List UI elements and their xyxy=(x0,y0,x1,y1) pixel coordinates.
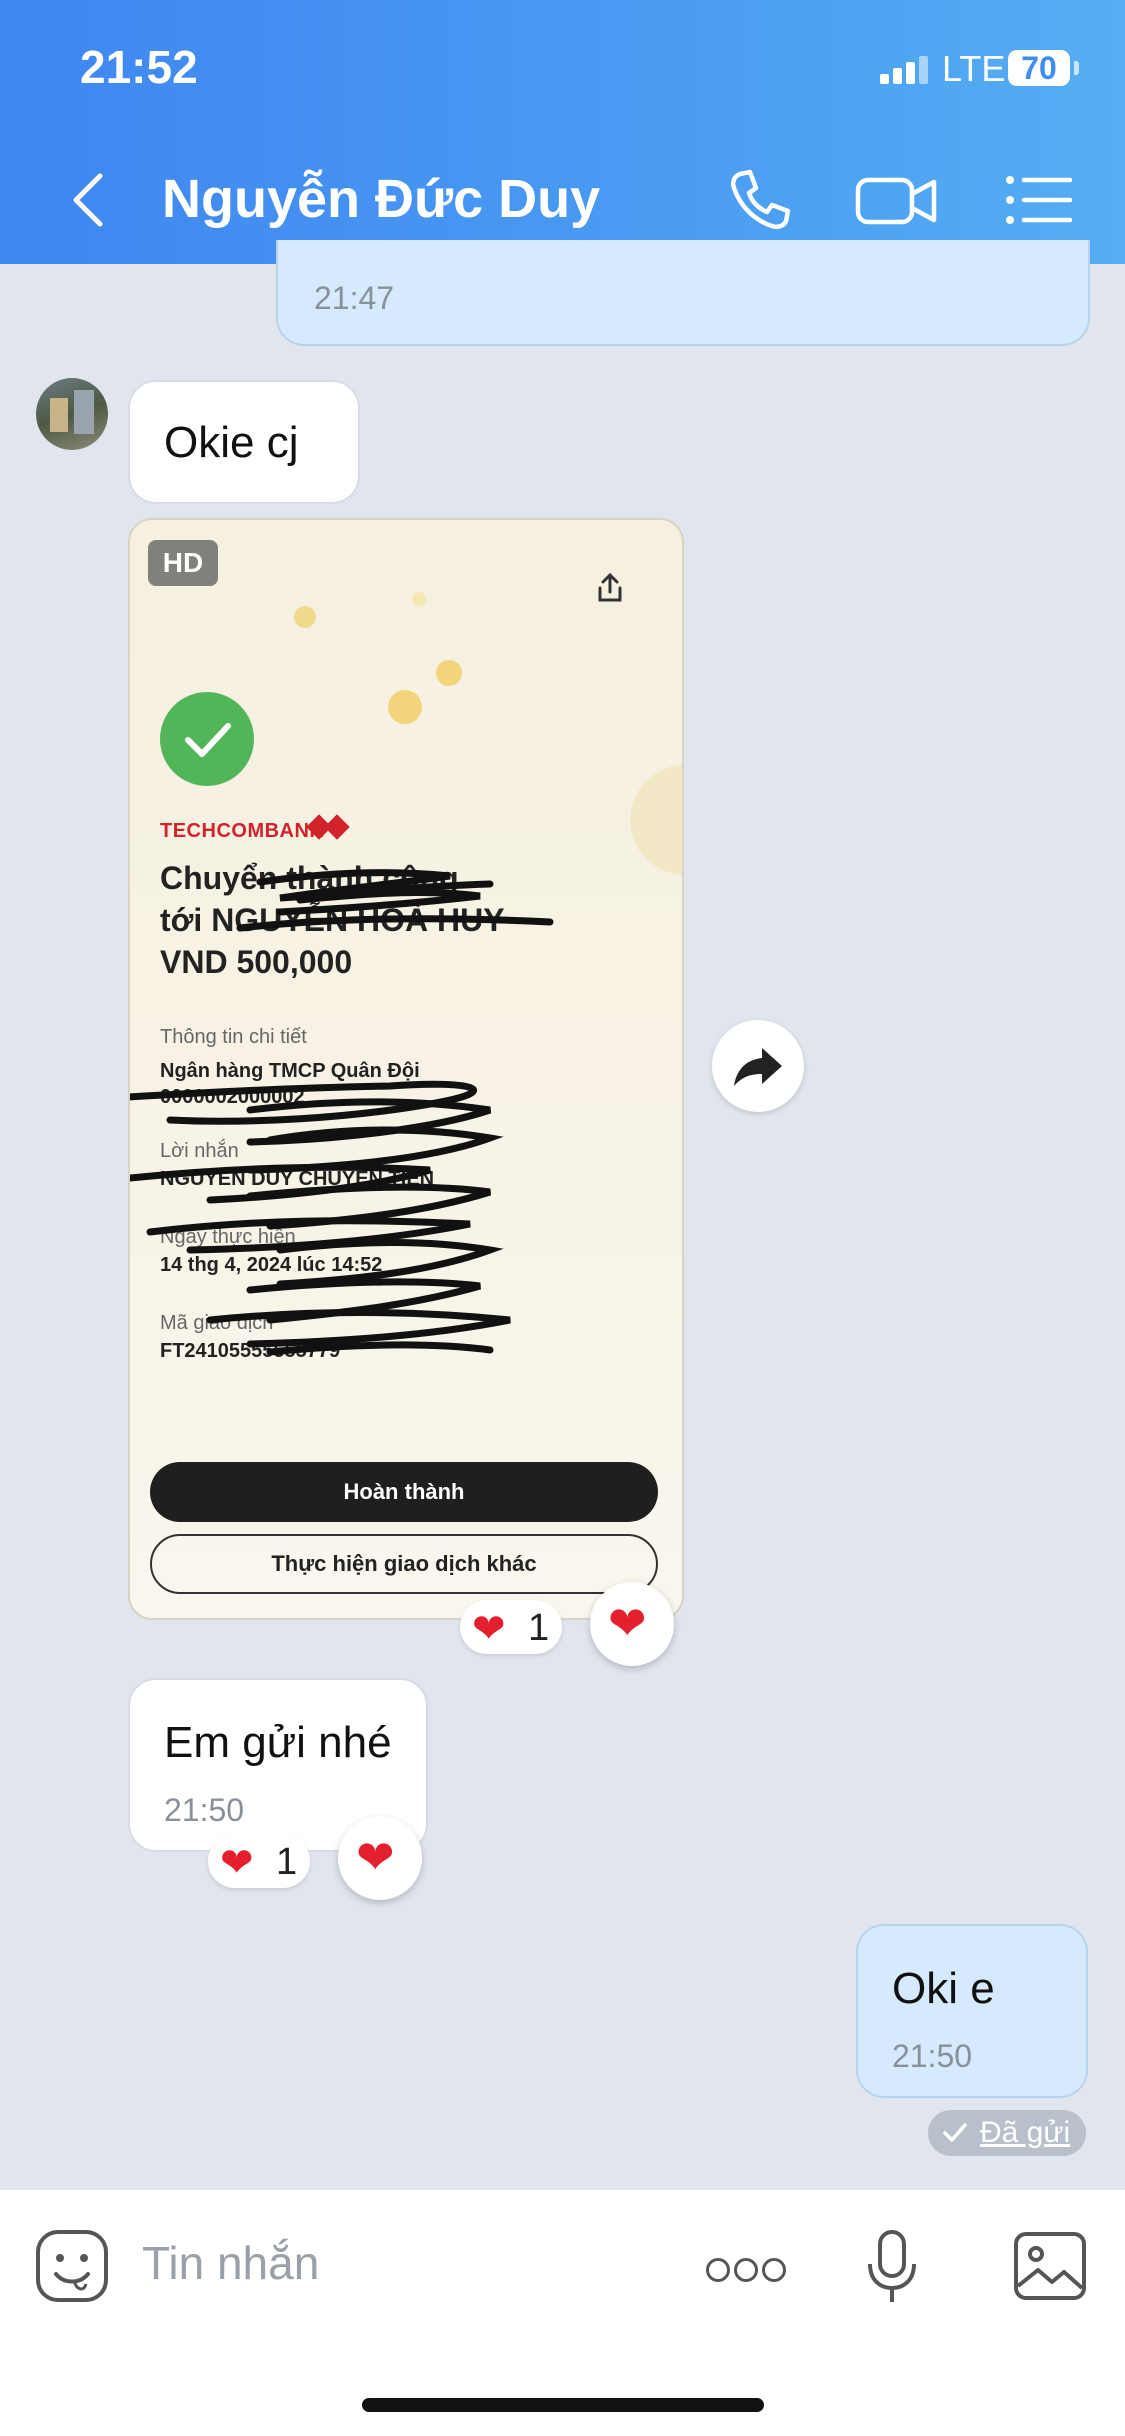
home-indicator xyxy=(362,2398,764,2412)
heart-icon: ❤ xyxy=(356,1831,395,1883)
reaction-count-value: 1 xyxy=(528,1607,550,1649)
other-transaction-button: Thực hiện giao dịch khác xyxy=(150,1534,658,1594)
reaction-count[interactable]: ❤ 1 xyxy=(460,1600,562,1654)
message-time: 21:50 xyxy=(892,2038,973,2074)
microphone-icon[interactable] xyxy=(862,2228,922,2308)
message-bubble-in[interactable]: Okie cj xyxy=(128,380,360,504)
contact-name[interactable]: Nguyễn Đức Duy xyxy=(162,168,600,230)
video-call-button[interactable] xyxy=(852,160,937,240)
forward-button[interactable] xyxy=(712,1020,804,1112)
check-icon xyxy=(943,2123,967,2142)
forward-icon xyxy=(734,1048,782,1086)
image-gallery-icon[interactable] xyxy=(1012,2230,1088,2302)
heart-icon: ❤ xyxy=(472,1607,506,1651)
message-input[interactable]: Tin nhắn xyxy=(142,2236,319,2290)
menu-list-icon xyxy=(1006,176,1073,224)
sent-status: Đã gửi xyxy=(928,2110,1086,2156)
image-message[interactable]: HD TECHCOMBANK Chuyển thành công tới NGU… xyxy=(128,518,684,1620)
reaction-count[interactable]: ❤ 1 xyxy=(208,1834,310,1888)
more-options-icon[interactable] xyxy=(702,2256,786,2282)
call-button[interactable] xyxy=(718,160,798,240)
sticker-emoji-icon[interactable] xyxy=(34,2228,110,2304)
scribble-redaction xyxy=(130,869,554,1356)
signal-icon xyxy=(880,56,930,84)
back-button[interactable] xyxy=(52,160,132,240)
done-button: Hoàn thành xyxy=(150,1462,658,1522)
message-text: Em gửi nhé xyxy=(164,1718,392,1767)
message-bubble-out[interactable]: Oki e 21:50 xyxy=(856,1924,1088,2098)
react-button[interactable]: ❤ xyxy=(338,1816,422,1900)
options-button[interactable] xyxy=(1000,160,1080,240)
message-bubble-out[interactable]: 21:47 xyxy=(276,240,1090,346)
message-text: Okie cj xyxy=(164,418,299,467)
message-time: 21:50 xyxy=(164,1792,245,1828)
battery-icon: 70 xyxy=(1008,50,1070,86)
back-arrow-icon xyxy=(73,173,103,227)
chat-header: 21:52 LTE 70 Nguyễn Đức Duy xyxy=(0,0,1125,264)
video-call-icon xyxy=(855,177,937,225)
message-time: 21:47 xyxy=(314,280,395,316)
heart-icon: ❤ xyxy=(608,1597,647,1649)
react-button[interactable]: ❤ xyxy=(590,1582,674,1666)
reaction-count-value: 1 xyxy=(276,1841,298,1883)
heart-icon: ❤ xyxy=(220,1841,254,1885)
avatar[interactable] xyxy=(36,378,108,450)
sent-status-label: Đã gửi xyxy=(980,2116,1071,2149)
message-text: Oki e xyxy=(892,1964,995,2013)
phone-icon xyxy=(731,169,791,230)
battery-tip xyxy=(1074,61,1079,75)
network-label: LTE xyxy=(942,48,1006,89)
status-time: 21:52 xyxy=(80,41,198,93)
